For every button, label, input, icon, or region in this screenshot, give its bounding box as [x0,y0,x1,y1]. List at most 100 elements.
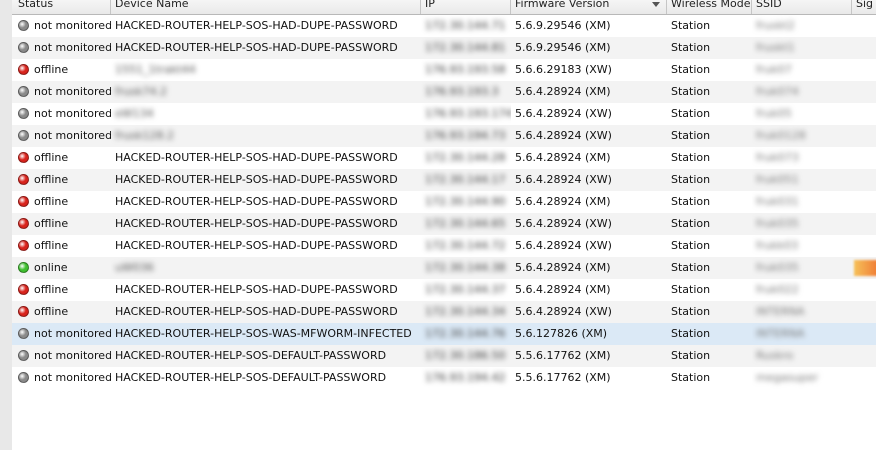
ip-cell: 172.30.144.17 [421,169,511,191]
device-name: HACKED-ROUTER-HELP-SOS-DEFAULT-PASSWORD [115,349,387,362]
status-cell: not monitored [12,323,111,345]
status-not-monitored-icon [18,130,29,141]
ip-address: 172.30.144.65 [425,217,506,230]
device-name-cell: 1551_1trakt44 [111,59,421,81]
ssid-value: fruk07 [756,63,792,76]
status-cell: not monitored [12,345,111,367]
ip-address: 176.93.193.174 [425,107,511,120]
ip-cell: 172.30.144.65 [421,213,511,235]
table-row[interactable]: online uW036 172.30.144.38 5.6.4.28924 (XM)… [12,257,876,279]
firmware-cell: 5.6.9.29546 (XM) [515,41,611,54]
device-name-cell: HACKED-ROUTER-HELP-SOS-HAD-DUPE-PASSWORD [111,213,421,235]
ssid-value: fruk035 [756,217,799,230]
ip-cell: 172.30.144.28 [421,147,511,169]
device-name-cell: HACKED-ROUTER-HELP-SOS-DEFAULT-PASSWORD [111,345,421,367]
firmware-cell: 5.6.4.28924 (XW) [515,173,612,186]
ssid-value: fruk0128 [756,129,806,142]
status-label: offline [34,63,69,76]
column-header-firmware[interactable]: Firmware Version [511,0,667,14]
device-name-cell: HACKED-ROUTER-HELP-SOS-HAD-DUPE-PASSWORD [111,15,421,37]
sort-descending-icon [652,2,660,7]
table-row[interactable]: not monitored HACKED-ROUTER-HELP-SOS-HAD-… [12,15,876,37]
ssid-cell: fruk0128 [752,125,852,147]
firmware-cell: 5.5.6.17762 (XM) [515,371,611,384]
status-label: offline [34,305,69,318]
column-header-ssid[interactable]: SSID [752,0,852,14]
device-name-cell: frusk128.2 [111,125,421,147]
status-label: online [34,261,68,274]
signal-cell [852,59,876,81]
status-cell: not monitored [12,15,111,37]
status-cell: not monitored [12,81,111,103]
table-row[interactable]: offline HACKED-ROUTER-HELP-SOS-HAD-DUPE-P… [12,235,876,257]
table-row[interactable]: offline HACKED-ROUTER-HELP-SOS-HAD-DUPE-P… [12,213,876,235]
device-name: HACKED-ROUTER-HELP-SOS-HAD-DUPE-PASSWORD [115,195,398,208]
status-cell: offline [12,235,111,257]
ssid-cell: fruk035 [752,257,852,279]
ssid-value: fruskt1 [756,41,795,54]
device-name: HACKED-ROUTER-HELP-SOS-HAD-DUPE-PASSWORD [115,41,398,54]
table-row[interactable]: offline HACKED-ROUTER-HELP-SOS-HAD-DUPE-P… [12,191,876,213]
table-row[interactable]: not monitored HACKED-ROUTER-HELP-SOS-DEFA… [12,345,876,367]
device-name-cell: frusk74.2 [111,81,421,103]
ip-cell: 176.93.193.58 [421,59,511,81]
column-header-status[interactable]: Status [12,0,111,14]
status-offline-icon [18,64,29,75]
column-header-ip[interactable]: IP [421,0,511,14]
table-row[interactable]: offline HACKED-ROUTER-HELP-SOS-HAD-DUPE-P… [12,301,876,323]
ssid-cell: fruk051 [752,169,852,191]
table-row[interactable]: not monitored frusk74.2 176.93.193.3 5.6.4.… [12,81,876,103]
signal-cell [852,15,876,37]
ip-address: 176.93.194.73 [425,129,506,142]
table-row[interactable]: not monitored eW134 176.93.193.174 5.6.4.28… [12,103,876,125]
table-row[interactable]: not monitored frusk128.2 176.93.194.73 5.6.… [12,125,876,147]
ip-address: 172.30.144.71 [425,19,506,32]
ssid-cell: Ruskro [752,345,852,367]
table-row[interactable]: offline HACKED-ROUTER-HELP-SOS-HAD-DUPE-P… [12,169,876,191]
wireless-mode-cell: Station [671,371,711,384]
status-cell: offline [12,191,111,213]
column-header-firmware-label: Firmware Version [515,0,610,10]
wireless-mode-cell: Station [671,85,711,98]
ip-cell: 172.30.144.76 [421,323,511,345]
ssid-value: fruk074 [756,85,799,98]
wireless-mode-cell: Station [671,217,711,230]
table-row[interactable]: not monitored HACKED-ROUTER-HELP-SOS-DEFA… [12,367,876,389]
wireless-mode-cell: Station [671,173,711,186]
status-cell: offline [12,147,111,169]
column-header-wireless-mode[interactable]: Wireless Mode [667,0,752,14]
signal-cell [852,257,876,279]
signal-strength-icon [854,260,876,276]
column-header-device-name[interactable]: Device Name [111,0,421,14]
status-not-monitored-icon [18,328,29,339]
device-name: eW134 [115,107,154,120]
table-row[interactable]: offline HACKED-ROUTER-HELP-SOS-HAD-DUPE-P… [12,147,876,169]
ssid-cell: megasuper [752,367,852,389]
device-name-cell: eW134 [111,103,421,125]
ip-address: 176.93.193.58 [425,63,506,76]
table-row[interactable]: offline 1551_1trakt44 176.93.193.58 5.6.6.2… [12,59,876,81]
column-header-signal[interactable]: Sig [852,0,876,14]
status-cell: offline [12,59,111,81]
wireless-mode-cell: Station [671,63,711,76]
table-row[interactable]: not monitored HACKED-ROUTER-HELP-SOS-WAS-… [12,323,876,345]
device-name: HACKED-ROUTER-HELP-SOS-HAD-DUPE-PASSWORD [115,283,398,296]
ip-address: 172.30.144.38 [425,261,506,274]
status-cell: not monitored [12,367,111,389]
ip-address: 172.30.144.81 [425,41,506,54]
firmware-cell: 5.6.4.28924 (XM) [515,261,611,274]
device-name: HACKED-ROUTER-HELP-SOS-HAD-DUPE-PASSWORD [115,19,398,32]
device-name-cell: HACKED-ROUTER-HELP-SOS-HAD-DUPE-PASSWORD [111,37,421,59]
status-label: not monitored [34,107,111,120]
ssid-value: megasuper [756,371,819,384]
ip-cell: 172.30.144.90 [421,191,511,213]
table-row[interactable]: offline HACKED-ROUTER-HELP-SOS-HAD-DUPE-P… [12,279,876,301]
table-row[interactable]: not monitored HACKED-ROUTER-HELP-SOS-HAD-… [12,37,876,59]
ssid-value: Ruskro [756,349,794,362]
status-label: offline [34,239,69,252]
ssid-value: INTERNA [756,305,805,318]
firmware-cell: 5.6.4.28924 (XW) [515,305,612,318]
status-label: offline [34,151,69,164]
ip-cell: 176.93.194.42 [421,367,511,389]
status-cell: not monitored [12,103,111,125]
